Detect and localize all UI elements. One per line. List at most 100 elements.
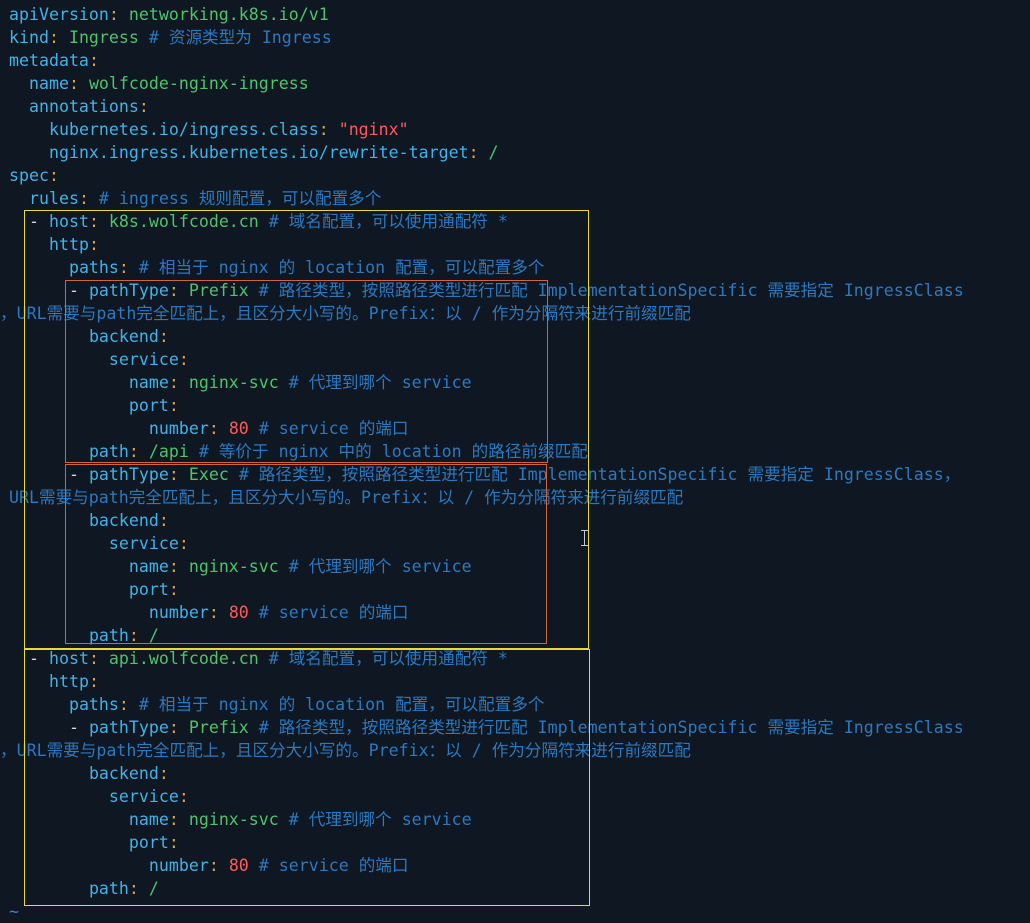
code-line[interactable]: port: [9,394,179,417]
code-line[interactable]: metadata: [9,49,99,72]
token-key: port [128,396,169,415]
token-key: path [88,626,129,645]
token-str: Exec [188,465,229,484]
code-line[interactable]: path: / [9,624,159,647]
token-comment: # 路径类型，按照路径类型进行匹配 ImplementationSpecific… [248,718,964,737]
token-qstr: "nginx" [338,120,409,139]
token-colon: : [168,281,189,300]
code-line[interactable]: backend: [9,762,169,785]
code-line[interactable]: paths: # 相当于 nginx 的 location 配置，可以配置多个 [9,693,544,716]
code-line[interactable]: - pathType: Prefix # 路径类型，按照路径类型进行匹配 Imp… [9,716,964,739]
token-comment: # 域名配置，可以使用通配符 * [258,212,508,231]
code-line[interactable]: kind: Ingress # 资源类型为 Ingress [9,26,332,49]
code-line[interactable]: URL需要与path完全匹配上，且区分大小写的。Prefix：以 / 作为分隔符… [9,486,683,509]
token-colon: : [128,442,149,461]
token-key: http [48,235,89,254]
token-key: name [128,557,169,576]
token-key: kind [9,28,49,47]
code-line[interactable]: name: nginx-svc # 代理到哪个 service [9,371,472,394]
token-str: / [148,626,159,645]
token-colon: : [138,97,149,116]
token-key: nginx.ingress.kubernetes.io/rewrite-targ… [48,143,469,162]
code-line[interactable]: number: 80 # service 的端口 [9,601,409,624]
code-line[interactable]: nginx.ingress.kubernetes.io/rewrite-targ… [9,141,499,164]
code-line[interactable]: - host: api.wolfcode.cn # 域名配置，可以使用通配符 * [9,647,508,670]
code-line[interactable]: apiVersion: networking.k8s.io/v1 [9,3,329,26]
code-line[interactable]: - pathType: Exec # 路径类型，按照路径类型进行匹配 Imple… [9,463,960,486]
token-key: pathType [88,718,169,737]
token-colon: : [178,787,189,806]
code-line[interactable]: number: 80 # service 的端口 [9,854,409,877]
token-str: networking.k8s.io/v1 [128,5,329,24]
token-key: name [128,373,169,392]
token-comment: # 代理到哪个 service [278,373,472,392]
token-comment: # service 的端口 [248,603,409,622]
code-line[interactable]: paths: # 相当于 nginx 的 location 配置，可以配置多个 [9,256,544,279]
code-line[interactable]: kubernetes.io/ingress.class: "nginx" [9,118,409,141]
code-line[interactable]: - host: k8s.wolfcode.cn # 域名配置，可以使用通配符 * [9,210,508,233]
code-line[interactable]: service: [9,348,189,371]
code-line[interactable]: port: [9,831,179,854]
code-line[interactable]: number: 80 # service 的端口 [9,417,409,440]
token-colon: : [168,833,179,852]
token-key: pathType [88,465,169,484]
token-key: pathType [88,281,169,300]
yaml-editor[interactable]: apiVersion: networking.k8s.io/v1 kind: In… [0,0,1030,922]
code-line[interactable]: - pathType: Prefix # 路径类型，按照路径类型进行匹配 Imp… [9,279,964,302]
code-line[interactable]: http: [9,670,99,693]
token-str: wolfcode-nginx-ingress [88,74,309,93]
token-colon: : [208,603,229,622]
code-line[interactable]: name: nginx-svc # 代理到哪个 service [9,555,472,578]
token-key: number [148,603,209,622]
token-key: number [148,856,209,875]
code-line[interactable]: ~ [9,900,19,923]
code-line[interactable]: port: [9,578,179,601]
token-str: / [488,143,499,162]
token-key: backend [88,511,159,530]
token-colon: : [48,28,69,47]
token-colon: : [318,120,339,139]
code-line[interactable]: ，URL需要与path完全匹配上，且区分大小写的。Prefix：以 / 作为分隔… [0,302,691,325]
token-str: Prefix [188,281,249,300]
token-num: 80 [228,856,249,875]
token-tilde: ~ [9,902,19,921]
token-key: port [128,580,169,599]
code-line[interactable]: name: nginx-svc # 代理到哪个 service [9,808,472,831]
code-line[interactable]: name: wolfcode-nginx-ingress [9,72,309,95]
token-comment: # 代理到哪个 service [278,557,472,576]
code-line[interactable]: rules: # ingress 规则配置，可以配置多个 [9,187,381,210]
token-key: name [28,74,69,93]
token-num: 80 [228,603,249,622]
code-line[interactable]: backend: [9,325,169,348]
token-key: service [108,350,179,369]
code-line[interactable]: service: [9,785,189,808]
token-comment: # 相当于 nginx 的 location 配置，可以配置多个 [128,258,545,277]
token-key: paths [68,258,119,277]
token-colon: : [158,764,169,783]
token-colon: : [168,810,189,829]
text-cursor-icon [581,530,589,546]
code-line[interactable]: path: /api # 等价于 nginx 中的 location 的路径前缀… [9,440,588,463]
code-line[interactable]: service: [9,532,189,555]
code-line[interactable]: backend: [9,509,169,532]
code-line[interactable]: path: / [9,877,159,900]
code-line[interactable]: ，URL需要与path完全匹配上，且区分大小写的。Prefix：以 / 作为分隔… [0,739,691,762]
code-line[interactable]: spec: [9,164,59,187]
code-line[interactable]: http: [9,233,99,256]
code-line[interactable]: annotations: [9,95,149,118]
token-colon: : [128,879,149,898]
token-colon: : [168,373,189,392]
